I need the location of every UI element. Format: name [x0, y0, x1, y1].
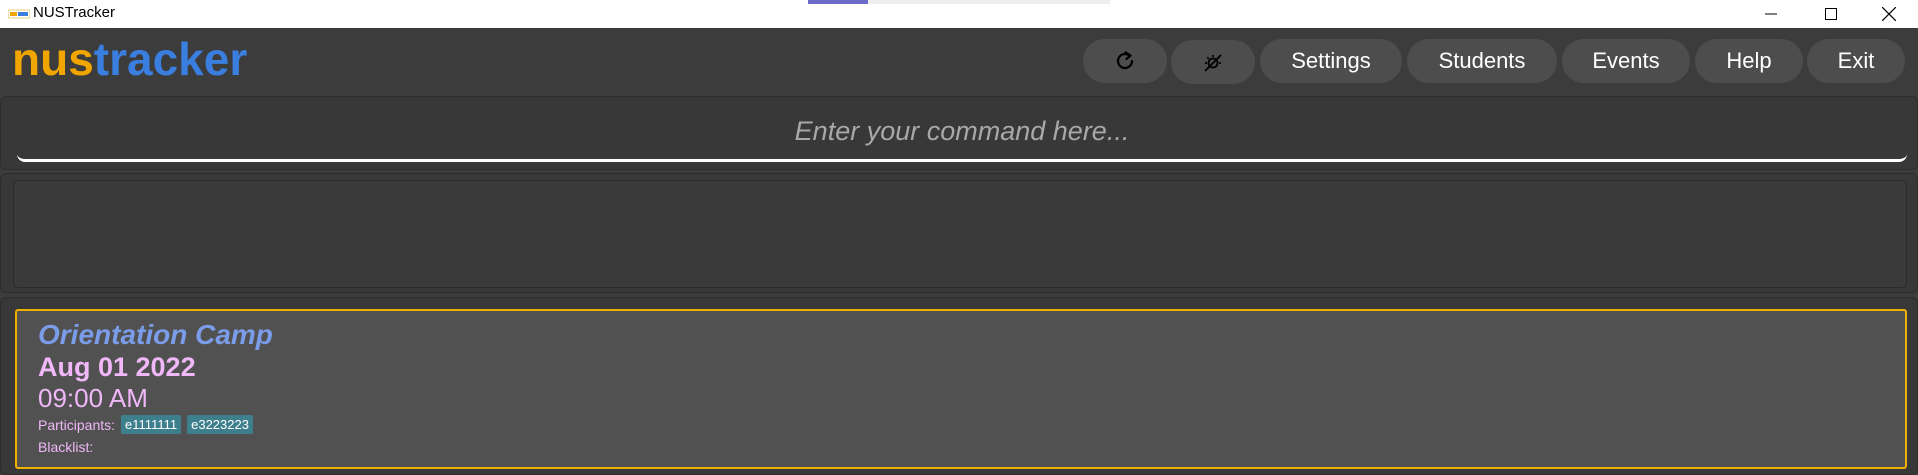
maximize-icon: [1825, 8, 1837, 20]
event-card[interactable]: Orientation Camp Aug 01 2022 09:00 AM Pa…: [15, 309, 1907, 469]
logo-nus: nus: [12, 33, 94, 85]
exit-button[interactable]: Exit: [1807, 39, 1905, 83]
window-title-bar: NUSTracker: [0, 0, 1918, 28]
settings-button[interactable]: Settings: [1260, 39, 1402, 83]
events-button[interactable]: Events: [1562, 39, 1690, 83]
blacklist-label: Blacklist:: [38, 439, 94, 455]
participants-label: Participants:: [38, 416, 116, 433]
app-header: nustracker Settings Students Events Help…: [0, 28, 1918, 94]
taskbar-strip-accent: [808, 0, 868, 4]
close-button[interactable]: [1866, 0, 1912, 28]
result-display[interactable]: [13, 180, 1907, 288]
result-display-panel: [0, 173, 1918, 293]
refresh-icon: [1116, 51, 1134, 70]
event-name: Orientation Camp: [38, 319, 273, 350]
participants-row: Participants: e1111111 e3223223: [38, 415, 253, 434]
minimize-icon: [1765, 13, 1777, 15]
command-input[interactable]: [17, 103, 1907, 162]
participant-tag: e1111111: [121, 415, 182, 434]
logo: nustracker: [12, 32, 247, 86]
event-list-panel: Orientation Camp Aug 01 2022 09:00 AM Pa…: [0, 297, 1918, 475]
help-button[interactable]: Help: [1695, 39, 1803, 83]
event-time: 09:00 AM: [38, 383, 148, 413]
close-icon: [1882, 7, 1896, 21]
minimize-button[interactable]: [1748, 0, 1794, 28]
app-icon: [7, 7, 31, 19]
participant-tag: e3223223: [187, 415, 253, 434]
command-box: [0, 96, 1918, 170]
theme-toggle-icon: [1204, 54, 1222, 72]
blacklist-row: Blacklist:: [38, 439, 93, 455]
students-button[interactable]: Students: [1407, 39, 1557, 83]
window-title: NUSTracker: [33, 4, 115, 21]
logo-tracker: tracker: [93, 33, 248, 85]
event-date: Aug 01 2022: [38, 352, 196, 382]
maximize-button[interactable]: [1808, 0, 1854, 28]
theme-toggle-button[interactable]: [1171, 40, 1255, 84]
refresh-button[interactable]: [1083, 39, 1167, 83]
